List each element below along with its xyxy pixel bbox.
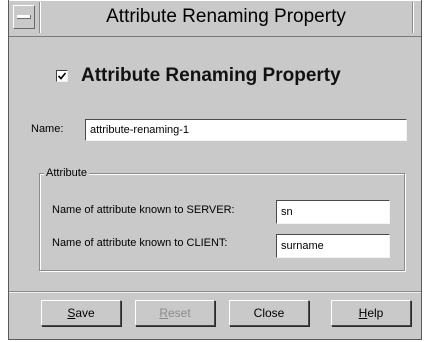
enable-property-checkbox[interactable] [56,70,68,82]
title-bar-divider-right [412,2,413,33]
client-attribute-label: Name of attribute known to CLIENT: [52,237,228,249]
client-attribute-field[interactable]: surname [276,234,390,258]
attribute-group: Attribute Name of attribute known to SER… [39,167,405,271]
close-button-label: Close [253,306,285,320]
attribute-group-legend: Attribute [44,167,89,179]
enable-property-label[interactable]: Attribute Renaming Property [81,65,341,87]
server-attribute-field[interactable]: sn [276,200,390,224]
title-bar-divider-left [39,2,40,33]
save-button-label: ave [75,306,95,320]
help-button-label: elp [367,306,384,320]
button-separator [9,291,421,292]
reset-button-label: eset [167,306,191,320]
name-label: Name: [31,123,64,135]
server-attribute-label: Name of attribute known to SERVER: [52,204,235,216]
title-bar[interactable]: Attribute Renaming Property [9,0,421,37]
checkmark-icon [57,72,67,80]
close-button[interactable]: Close [229,300,309,326]
window-title: Attribute Renaming Property [106,6,346,27]
name-field[interactable]: attribute-renaming-1 [85,119,407,141]
enable-property-row: Attribute Renaming Property [56,65,341,87]
window-menu-icon [17,15,31,19]
window-menu-button[interactable] [13,5,35,29]
reset-button-mnemonic: R [159,306,168,320]
save-button[interactable]: Save [41,300,121,326]
reset-button[interactable]: Reset [135,300,215,326]
dialog-window: Attribute Renaming Property Attribute Re… [8,0,422,340]
dialog-body: Attribute Renaming Property Name: attrib… [9,37,421,339]
help-button[interactable]: Help [331,300,411,326]
